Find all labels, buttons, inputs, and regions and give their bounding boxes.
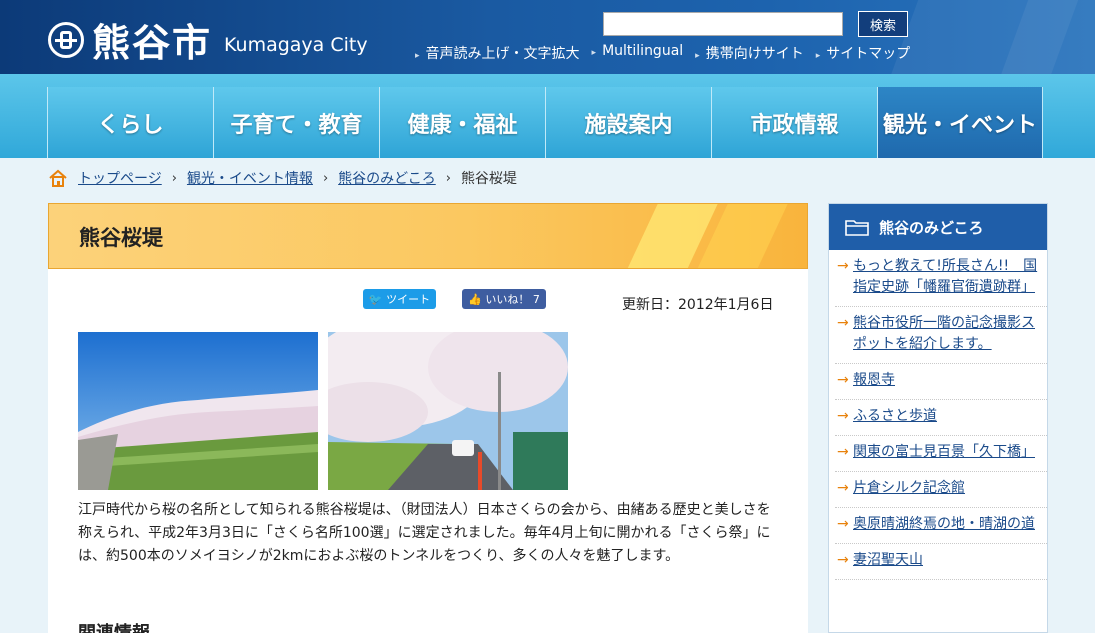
sakura-tunnel-photo bbox=[328, 332, 568, 490]
arrow-right-icon: → bbox=[837, 552, 849, 568]
sidebar-link[interactable]: 妻沼聖天山 bbox=[853, 552, 923, 568]
sidebar-item: → 熊谷市役所一階の記念撮影スポットを紹介します。 bbox=[835, 313, 1047, 364]
breadcrumb-link-tourism[interactable]: 観光・イベント情報 bbox=[187, 168, 313, 188]
utility-link-speech[interactable]: ▸ 音声読み上げ・文字拡大 bbox=[415, 43, 580, 63]
arrow-right-icon: → bbox=[837, 516, 849, 532]
sidebar-list: → もっと教えて!所長さん!! 国指定史跡「幡羅官衙遺跡群」 → 熊谷市役所一階の記… bbox=[829, 250, 1047, 580]
chevron-right-icon: › bbox=[322, 170, 329, 186]
utility-link-label: 音声読み上げ・文字拡大 bbox=[425, 46, 580, 62]
arrow-right-icon: → bbox=[837, 315, 849, 331]
nav-item-tourism-events[interactable]: 観光・イベント bbox=[877, 87, 1043, 158]
site-logo[interactable]: 熊谷市 Kumagaya City bbox=[48, 12, 368, 67]
sidebar-link[interactable]: もっと教えて!所長さん!! 国指定史跡「幡羅官衙遺跡群」 bbox=[853, 258, 1037, 295]
utility-link-label: 携帯向けサイト bbox=[705, 46, 804, 62]
tweet-label: ツイート bbox=[386, 293, 431, 306]
like-label: いいね！ 7 bbox=[485, 293, 540, 306]
nav-item-living[interactable]: くらし bbox=[47, 87, 213, 158]
logo-english: Kumagaya City bbox=[224, 33, 368, 56]
page-title-bar: 熊谷桜堤 bbox=[48, 203, 808, 269]
chevron-right-icon: › bbox=[171, 170, 177, 186]
sidebar-link[interactable]: 関東の富士見百景「久下橋」 bbox=[853, 444, 1035, 460]
arrow-right-icon: → bbox=[837, 408, 849, 424]
sidebar-link[interactable]: 奥原晴湖終焉の地・晴湖の道 bbox=[853, 516, 1035, 532]
site-header: 熊谷市 Kumagaya City 検索 ▸ 音声読み上げ・文字拡大 ▸ Multi… bbox=[0, 0, 1095, 74]
search-button[interactable]: 検索 bbox=[858, 11, 908, 37]
sidebar-item: → 妻沼聖天山 bbox=[835, 550, 1047, 580]
twitter-bird-icon: 🐦 bbox=[368, 293, 383, 306]
thumbs-up-icon: 👍 bbox=[468, 293, 482, 306]
nav-item-facilities[interactable]: 施設案内 bbox=[545, 87, 711, 158]
arrow-right-icon: → bbox=[837, 258, 849, 274]
sidebar-item: → ふるさと歩道 bbox=[835, 406, 1047, 436]
sakura-embankment-photo bbox=[78, 332, 318, 490]
facebook-like-button[interactable]: 👍 いいね！ 7 bbox=[462, 289, 546, 309]
bullet-icon: ▸ bbox=[591, 48, 597, 58]
utility-nav: ▸ 音声読み上げ・文字拡大 ▸ Multilingual ▸ 携帯向けサイト ▸ サイト… bbox=[415, 43, 922, 63]
sidebar: 熊谷のみどころ → もっと教えて!所長さん!! 国指定史跡「幡羅官衙遺跡群」 → 熊… bbox=[828, 203, 1048, 633]
arrow-right-icon: → bbox=[837, 444, 849, 460]
breadcrumb: トップページ › 観光・イベント情報 › 熊谷のみどころ › 熊谷桜堤 bbox=[48, 168, 517, 188]
sidebar-item: → もっと教えて!所長さん!! 国指定史跡「幡羅官衙遺跡群」 bbox=[835, 256, 1047, 307]
sidebar-title: 熊谷のみどころ bbox=[879, 218, 984, 237]
sidebar-link[interactable]: 熊谷市役所一階の記念撮影スポットを紹介します。 bbox=[853, 315, 1035, 352]
folder-icon bbox=[845, 220, 869, 236]
sidebar-item: → 片倉シルク記念館 bbox=[835, 478, 1047, 508]
nav-item-city-info[interactable]: 市政情報 bbox=[711, 87, 877, 158]
breadcrumb-link-sights[interactable]: 熊谷のみどころ bbox=[338, 168, 436, 188]
sidebar-item: → 関東の富士見百景「久下橋」 bbox=[835, 442, 1047, 472]
arrow-right-icon: → bbox=[837, 372, 849, 388]
sidebar-header: 熊谷のみどころ bbox=[829, 204, 1047, 250]
bullet-icon: ▸ bbox=[815, 51, 821, 61]
sidebar-item: → 奥原晴湖終焉の地・晴湖の道 bbox=[835, 514, 1047, 544]
description-text: 江戸時代から桜の名所として知られる熊谷桜堤は、（財団法人）日本さくらの会から、由… bbox=[78, 502, 771, 564]
utility-link-sitemap[interactable]: ▸ サイトマップ bbox=[816, 43, 911, 63]
utility-link-label: サイトマップ bbox=[826, 46, 911, 62]
main-content: 熊谷桜堤 🐦 ツイート 👍 いいね！ 7 更新日：2012年1月6日 江戸時代か… bbox=[48, 203, 808, 633]
logo-japanese: 熊谷市 bbox=[92, 21, 213, 65]
page-title: 熊谷桜堤 bbox=[79, 226, 163, 250]
utility-link-mobile[interactable]: ▸ 携帯向けサイト bbox=[695, 43, 804, 63]
arrow-right-icon: → bbox=[837, 480, 849, 496]
utility-link-multilingual[interactable]: ▸ Multilingual bbox=[592, 43, 684, 63]
bullet-icon: ▸ bbox=[415, 51, 420, 61]
search-input[interactable] bbox=[603, 12, 843, 36]
nav-item-health-welfare[interactable]: 健康・福祉 bbox=[379, 87, 545, 158]
sidebar-item: → 報恩寺 bbox=[835, 370, 1047, 400]
related-info-heading: 関連情報 bbox=[78, 619, 238, 633]
global-nav: くらし 子育て・教育 健康・福祉 施設案内 市政情報 観光・イベント bbox=[0, 74, 1095, 158]
nav-item-childcare-education[interactable]: 子育て・教育 bbox=[213, 87, 379, 158]
breadcrumb-current: 熊谷桜堤 bbox=[460, 171, 517, 187]
sidebar-link[interactable]: 片倉シルク記念館 bbox=[853, 480, 965, 496]
home-icon bbox=[49, 169, 67, 187]
updated-date: 更新日：2012年1月6日 bbox=[622, 297, 774, 313]
tweet-button[interactable]: 🐦 ツイート bbox=[363, 289, 436, 309]
breadcrumb-link-top[interactable]: トップページ bbox=[78, 168, 162, 188]
sidebar-link[interactable]: ふるさと歩道 bbox=[853, 408, 937, 424]
utility-link-label: Multilingual bbox=[602, 43, 684, 59]
chevron-right-icon: › bbox=[445, 170, 451, 186]
city-emblem-icon bbox=[48, 21, 84, 58]
sidebar-link[interactable]: 報恩寺 bbox=[853, 372, 895, 388]
bullet-icon: ▸ bbox=[695, 51, 700, 61]
